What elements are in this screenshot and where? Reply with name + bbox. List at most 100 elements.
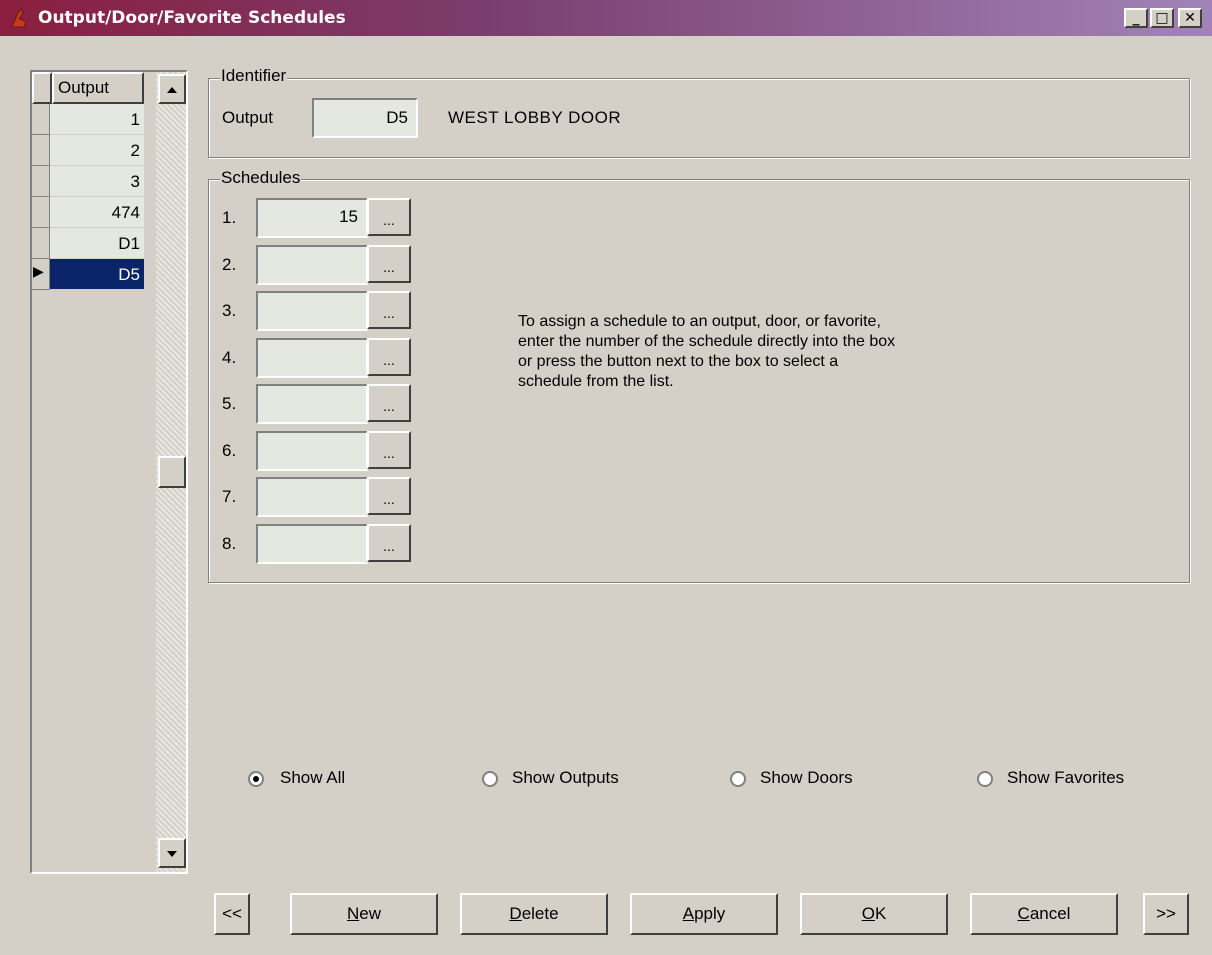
ellipsis-icon: ... <box>383 445 395 461</box>
schedule-field-7[interactable] <box>256 477 368 517</box>
radio-show-outputs[interactable]: Show Outputs <box>480 768 670 790</box>
minimize-icon: _ <box>1132 10 1140 26</box>
ellipsis-icon: ... <box>383 212 395 228</box>
row-pointer-icon: ▶ <box>33 263 44 279</box>
schedule-number-label: 3. <box>222 301 237 320</box>
schedule-number-label: 8. <box>222 534 237 553</box>
table-row-selected[interactable]: ▶ D5 <box>32 259 144 290</box>
grid-cell[interactable]: 3 <box>50 166 144 197</box>
grid-cell[interactable]: D5 <box>50 259 144 290</box>
row-header[interactable] <box>32 104 50 135</box>
radio-unselected-icon <box>482 771 498 787</box>
radio-label: Show Favorites <box>1007 768 1125 787</box>
prev-button[interactable]: << <box>214 893 250 935</box>
table-row[interactable]: 3 <box>32 166 144 197</box>
row-header[interactable] <box>32 166 50 197</box>
cancel-button[interactable]: Cancel <box>970 893 1118 935</box>
output-description: WEST LOBBY DOOR <box>448 108 622 127</box>
schedule-field-1[interactable]: 15 <box>256 198 368 238</box>
help-text: To assign a schedule to an output, door,… <box>518 313 896 390</box>
output-id-value: D5 <box>386 108 408 127</box>
schedule-number-label: 6. <box>222 441 237 460</box>
minimize-button[interactable]: _ <box>1124 8 1148 28</box>
grid-column-header[interactable]: Output <box>52 72 144 104</box>
radio-label: Show All <box>280 768 346 787</box>
schedule-browse-button-1[interactable]: ... <box>367 198 411 236</box>
ellipsis-icon: ... <box>383 305 395 321</box>
grid-cell[interactable]: 2 <box>50 135 144 166</box>
table-row[interactable]: D1 <box>32 228 144 259</box>
schedule-field-3[interactable] <box>256 291 368 331</box>
row-header[interactable] <box>32 228 50 259</box>
new-label: New <box>346 904 381 923</box>
radio-selected-icon <box>248 771 264 787</box>
radio-show-all[interactable]: Show All <box>246 768 406 790</box>
grid-corner <box>32 72 52 104</box>
close-button[interactable]: ✕ <box>1178 8 1202 28</box>
vertical-scrollbar[interactable] <box>156 72 186 872</box>
window-title: Output/Door/Favorite Schedules <box>38 8 346 28</box>
schedule-field-5[interactable] <box>256 384 368 424</box>
ellipsis-icon: ... <box>383 491 395 507</box>
radio-label: Show Doors <box>760 768 853 787</box>
grid-cell[interactable]: D1 <box>50 228 144 259</box>
schedule-number-label: 1. <box>222 208 237 227</box>
scroll-thumb[interactable] <box>158 456 186 488</box>
schedule-browse-button-5[interactable]: ... <box>367 384 411 422</box>
radio-show-favorites[interactable]: Show Favorites <box>975 768 1165 790</box>
close-icon: ✕ <box>1184 10 1196 26</box>
radio-unselected-icon <box>730 771 746 787</box>
row-header[interactable] <box>32 135 50 166</box>
output-id-field[interactable]: D5 <box>312 98 418 138</box>
schedule-browse-button-3[interactable]: ... <box>367 291 411 329</box>
grid-cell[interactable]: 1 <box>50 104 144 135</box>
schedule-field-8[interactable] <box>256 524 368 564</box>
cancel-label: Cancel <box>1017 904 1071 923</box>
prev-label: << <box>222 904 242 923</box>
output-grid[interactable]: Output 1 2 3 474 D1 ▶ D5 <box>30 70 188 874</box>
table-row[interactable]: 1 <box>32 104 144 135</box>
schedule-browse-button-2[interactable]: ... <box>367 245 411 283</box>
schedule-browse-button-4[interactable]: ... <box>367 338 411 376</box>
schedule-field-6[interactable] <box>256 431 368 471</box>
grid-rows: 1 2 3 474 D1 ▶ D5 <box>32 104 144 304</box>
app-icon <box>8 7 30 29</box>
schedule-browse-button-6[interactable]: ... <box>367 431 411 469</box>
ellipsis-icon: ... <box>383 538 395 554</box>
schedule-value: 15 <box>339 207 358 226</box>
ellipsis-icon: ... <box>383 259 395 275</box>
schedule-number-label: 5. <box>222 394 237 413</box>
radio-label: Show Outputs <box>512 768 619 787</box>
ok-label: OK <box>861 904 887 923</box>
output-label: Output <box>222 108 274 127</box>
row-header[interactable]: ▶ <box>32 259 50 290</box>
ok-button[interactable]: OK <box>800 893 948 935</box>
schedule-browse-button-7[interactable]: ... <box>367 477 411 515</box>
apply-button[interactable]: Apply <box>630 893 778 935</box>
schedule-field-4[interactable] <box>256 338 368 378</box>
table-row[interactable]: 474 <box>32 197 144 228</box>
delete-label: Delete <box>509 904 559 923</box>
row-header[interactable] <box>32 197 50 228</box>
maximize-icon: □ <box>1155 10 1169 26</box>
grid-cell[interactable]: 474 <box>50 197 144 228</box>
ellipsis-icon: ... <box>383 398 395 414</box>
arrow-down-icon <box>167 851 177 857</box>
table-row[interactable]: 2 <box>32 135 144 166</box>
arrow-up-icon <box>167 87 177 93</box>
ellipsis-icon: ... <box>383 352 395 368</box>
delete-button[interactable]: Delete <box>460 893 608 935</box>
next-button[interactable]: >> <box>1143 893 1189 935</box>
scroll-up-button[interactable] <box>158 74 186 104</box>
scroll-down-button[interactable] <box>158 838 186 868</box>
radio-show-doors[interactable]: Show Doors <box>728 768 898 790</box>
schedule-number-label: 2. <box>222 255 237 274</box>
schedule-browse-button-8[interactable]: ... <box>367 524 411 562</box>
new-button[interactable]: New <box>290 893 438 935</box>
maximize-button[interactable]: □ <box>1150 8 1174 28</box>
grid-header-row: Output <box>32 72 144 104</box>
schedule-number-label: 7. <box>222 487 237 506</box>
identifier-legend: Identifier <box>220 66 288 86</box>
schedules-legend: Schedules <box>220 168 302 188</box>
schedule-field-2[interactable] <box>256 245 368 285</box>
